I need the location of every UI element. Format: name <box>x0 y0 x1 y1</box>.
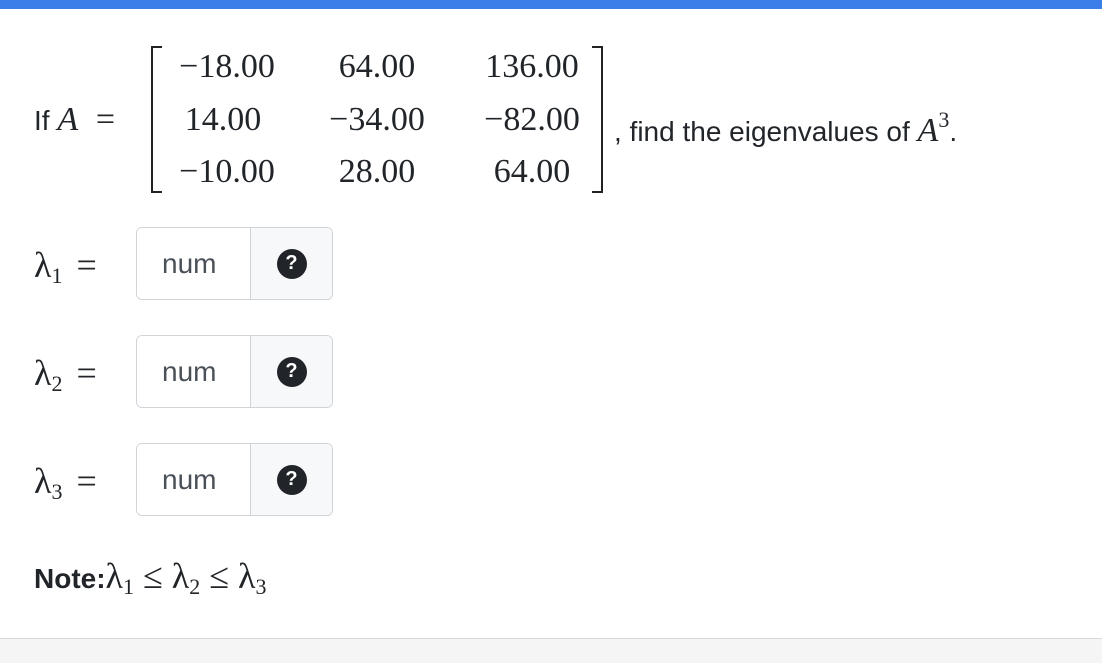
question-if-text: If <box>34 105 50 136</box>
power-exponent: 3 <box>938 107 950 132</box>
lambda-subscript: 3 <box>255 574 267 599</box>
matrix-cell: 14.00 <box>184 101 262 138</box>
lambda-3-answer-group: ? <box>136 443 333 516</box>
matrix-cell: −18.00 <box>179 48 275 85</box>
ordering-note: Note:λ1 ≤ λ2 ≤ λ3 <box>34 556 266 607</box>
matrix-cell: 64.00 <box>338 48 416 85</box>
question-period: . <box>949 116 958 147</box>
question-prefix: If A = <box>34 100 115 141</box>
question-mark-icon: ? <box>276 248 307 279</box>
lambda-subscript: 2 <box>189 574 201 599</box>
lambda-symbol: λ <box>238 556 256 596</box>
lambda-subscript: 1 <box>123 574 135 599</box>
lambda-3-help-button[interactable]: ? <box>251 444 332 515</box>
question-mark-icon: ? <box>276 464 307 495</box>
leq-sign: ≤ <box>143 556 163 596</box>
note-label: Note: <box>34 563 106 594</box>
lambda-subscript: 2 <box>51 371 63 396</box>
lambda-2-answer-group: ? <box>136 335 333 408</box>
equals-sign: = <box>76 245 97 285</box>
matrix-cell: 136.00 <box>485 48 579 85</box>
leq-sign: ≤ <box>209 556 230 596</box>
equals-sign: = <box>76 353 97 393</box>
lambda-1-label: λ1 = <box>34 245 97 296</box>
lambda-1-help-button[interactable]: ? <box>251 228 332 299</box>
lambda-1-input[interactable] <box>137 228 251 299</box>
lambda-3-label: λ3 = <box>34 461 97 512</box>
lambda-symbol: λ <box>34 245 52 285</box>
equals-sign: = <box>76 461 97 501</box>
lambda-symbol: λ <box>34 353 52 393</box>
lambda-1-answer-group: ? <box>136 227 333 300</box>
question-suffix: , find the eigenvalues of A3. <box>614 100 957 152</box>
lambda-2-input[interactable] <box>137 336 251 407</box>
note-inequality: λ1 ≤ λ2 ≤ λ3 <box>105 556 267 599</box>
lambda-symbol: λ <box>105 556 124 596</box>
lambda-3-input[interactable] <box>137 444 251 515</box>
lambda-2-label: λ2 = <box>34 353 97 404</box>
matrix-cell: 64.00 <box>493 153 571 190</box>
footer-area <box>0 638 1102 663</box>
matrix-cell: −82.00 <box>484 101 580 138</box>
lambda-symbol: λ <box>34 461 52 501</box>
question-mark-icon: ? <box>276 356 307 387</box>
matrix-cell: −10.00 <box>179 153 275 190</box>
matrix-variable: A <box>57 101 79 138</box>
matrix-cell: −34.00 <box>329 101 425 138</box>
lambda-symbol: λ <box>171 556 190 596</box>
question-suffix-text: , find the eigenvalues of <box>614 116 910 147</box>
lambda-2-help-button[interactable]: ? <box>251 336 332 407</box>
lambda-subscript: 1 <box>51 263 63 288</box>
power-variable: A <box>917 112 939 149</box>
matrix-cell: 28.00 <box>338 153 416 190</box>
top-accent-bar <box>0 0 1102 9</box>
lambda-subscript: 3 <box>51 479 63 504</box>
equals-sign: = <box>95 101 116 138</box>
